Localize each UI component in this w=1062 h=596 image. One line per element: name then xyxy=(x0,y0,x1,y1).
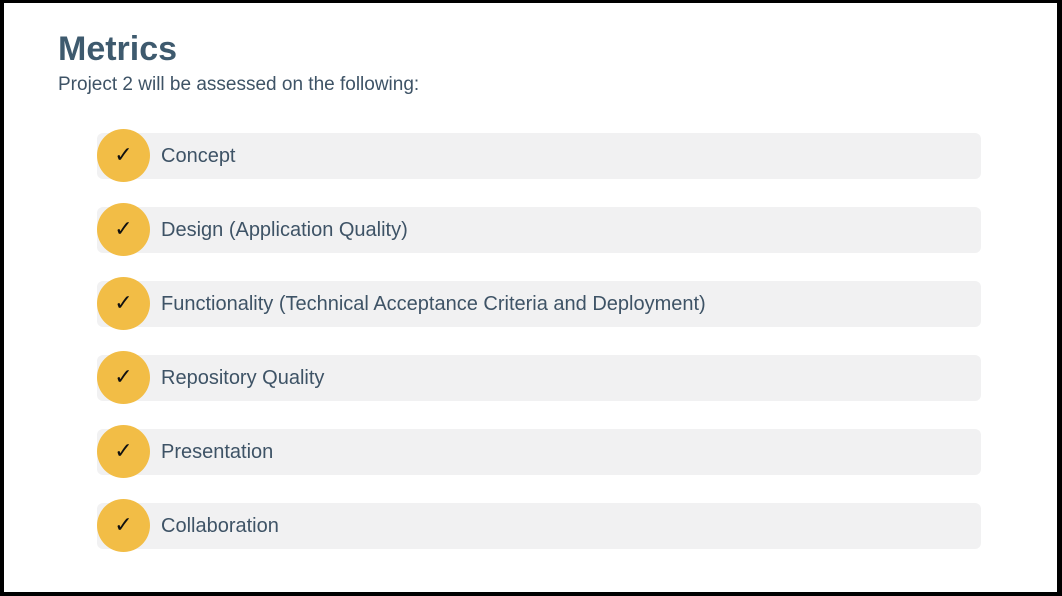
list-item-collaboration: ✓ Collaboration xyxy=(97,499,981,553)
list-item-label: Repository Quality xyxy=(161,367,325,389)
checkmark-icon: ✓ xyxy=(97,203,150,256)
checkmark-icon: ✓ xyxy=(97,129,150,182)
checkmark-icon: ✓ xyxy=(97,277,150,330)
page-title: Metrics xyxy=(58,30,178,68)
slide: Metrics Project 2 will be assessed on th… xyxy=(4,3,1057,592)
checkmark-icon: ✓ xyxy=(97,499,150,552)
list-item-label: Presentation xyxy=(161,441,274,463)
list-item-repository-quality: ✓ Repository Quality xyxy=(97,351,981,405)
list-item-label: Design (Application Quality) xyxy=(161,219,408,241)
list-item-presentation: ✓ Presentation xyxy=(97,425,981,479)
list-item-concept: ✓ Concept xyxy=(97,129,981,183)
list-item-label: Functionality (Technical Acceptance Crit… xyxy=(161,293,706,315)
list-item-label: Concept xyxy=(161,145,236,167)
list-item-design: ✓ Design (Application Quality) xyxy=(97,203,981,257)
checkmark-icon: ✓ xyxy=(97,351,150,404)
list-item-label: Collaboration xyxy=(161,515,279,537)
metrics-list: ✓ Concept ✓ Design (Application Quality)… xyxy=(97,129,981,573)
page-subtitle: Project 2 will be assessed on the follow… xyxy=(58,74,420,95)
checkmark-icon: ✓ xyxy=(97,425,150,478)
list-item-functionality: ✓ Functionality (Technical Acceptance Cr… xyxy=(97,277,981,331)
